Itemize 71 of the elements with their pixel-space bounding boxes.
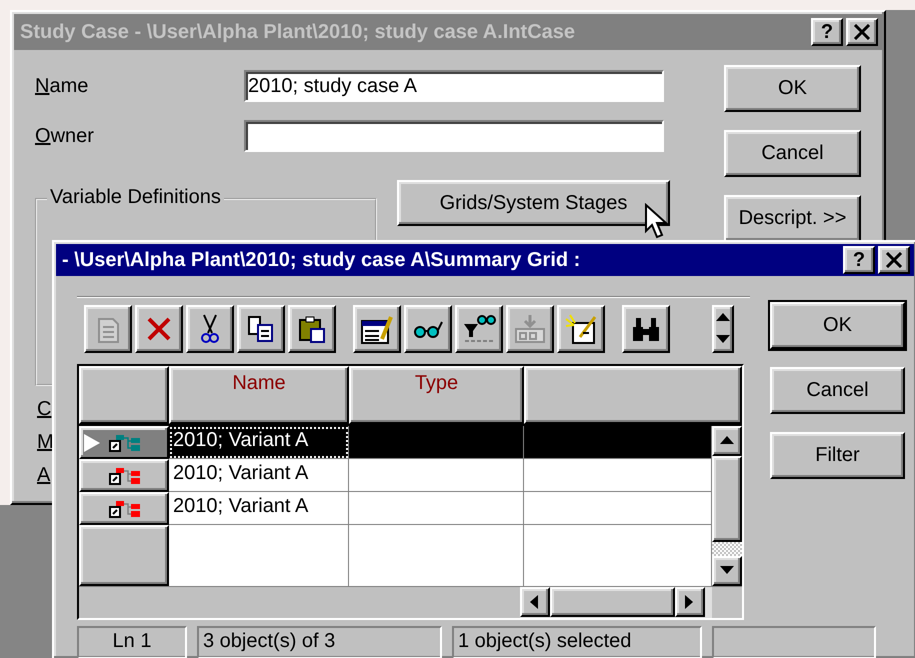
close-button[interactable] — [878, 246, 910, 274]
dialog-button[interactable]: OK — [770, 302, 905, 349]
dialog-button[interactable]: Filter — [770, 432, 905, 479]
toolbar-button[interactable] — [455, 305, 503, 353]
table-cell[interactable] — [349, 459, 524, 492]
column-header[interactable] — [524, 366, 742, 424]
table-cell[interactable]: 2010; Variant A — [169, 492, 349, 525]
scroll-left-button[interactable] — [520, 587, 550, 617]
toolbar-button[interactable] — [404, 305, 452, 353]
status-text: 3 object(s) of 3 — [197, 626, 442, 658]
scroll-thumb[interactable] — [550, 587, 675, 617]
scroll-up-button[interactable] — [712, 426, 742, 456]
table-cell[interactable]: 2010; Variant A — [169, 459, 349, 492]
name-field[interactable]: 2010; study case A — [244, 70, 664, 102]
window-title: Study Case - \User\Alpha Plant\2010; study case A.IntCase — [20, 20, 576, 44]
copy-icon — [246, 314, 276, 344]
toolbar-button[interactable] — [288, 305, 336, 353]
field-label: A — [37, 464, 50, 488]
horizontal-scrollbar[interactable] — [520, 587, 712, 618]
paste-icon — [297, 314, 327, 344]
table-cell[interactable] — [524, 459, 712, 492]
dialog-button[interactable]: Cancel — [724, 130, 861, 177]
column-header[interactable]: Type — [349, 366, 524, 424]
status-text: Ln 1 — [77, 626, 187, 658]
close-icon — [885, 252, 903, 268]
row-header[interactable] — [79, 492, 169, 525]
toolbar-button[interactable] — [237, 305, 285, 353]
scroll-track[interactable] — [712, 542, 742, 556]
close-icon — [853, 24, 871, 40]
status-text: 1 object(s) selected — [452, 626, 702, 658]
window-title: - \User\Alpha Plant\2010; study case A\Summary Grid : — [62, 248, 582, 272]
diagram-icon — [109, 466, 141, 486]
diagram-icon — [109, 432, 141, 452]
table-cell[interactable] — [349, 426, 524, 459]
help-button[interactable]: ? — [811, 18, 843, 46]
field-label: Name — [35, 74, 90, 98]
table-cell[interactable] — [524, 492, 712, 525]
toolbar-button[interactable] — [135, 305, 183, 353]
scroll-right-button[interactable] — [675, 587, 705, 617]
new-item-icon — [564, 313, 598, 345]
toolbar-scroller[interactable] — [712, 305, 734, 353]
scroll-thumb[interactable] — [712, 456, 742, 542]
mouse-pointer-icon — [644, 203, 670, 241]
row-header[interactable] — [79, 426, 169, 459]
binoculars-icon — [630, 315, 662, 343]
import-icon — [513, 313, 547, 345]
cut-icon — [200, 313, 220, 345]
help-button[interactable]: ? — [843, 246, 875, 274]
glasses-icon — [412, 319, 444, 339]
dialog-button[interactable]: Cancel — [770, 367, 905, 414]
field-label: Owner — [35, 124, 95, 148]
row-header[interactable] — [79, 459, 169, 492]
column-header[interactable]: Name — [169, 366, 349, 424]
field-label: M — [37, 431, 54, 455]
toolbar-button[interactable] — [557, 305, 605, 353]
toolbar-button[interactable] — [186, 305, 234, 353]
dialog-button[interactable]: Descript. >> — [724, 195, 861, 242]
field-label: C — [37, 398, 52, 422]
table-cell[interactable] — [524, 426, 712, 459]
table-cell[interactable]: 2010; Variant A — [169, 426, 349, 459]
vertical-scrollbar[interactable] — [712, 426, 742, 586]
close-button[interactable] — [846, 18, 878, 46]
delete-icon — [146, 316, 172, 342]
grids-button[interactable]: Grids/System Stages — [397, 180, 670, 226]
toolbar-button[interactable] — [622, 305, 670, 353]
owner-field[interactable] — [244, 120, 664, 152]
table-cell[interactable] — [349, 492, 524, 525]
scroll-down-button[interactable] — [712, 556, 742, 586]
diagram-icon — [109, 498, 141, 518]
dialog-button[interactable]: OK — [724, 65, 861, 112]
toolbar-button[interactable] — [353, 305, 401, 353]
